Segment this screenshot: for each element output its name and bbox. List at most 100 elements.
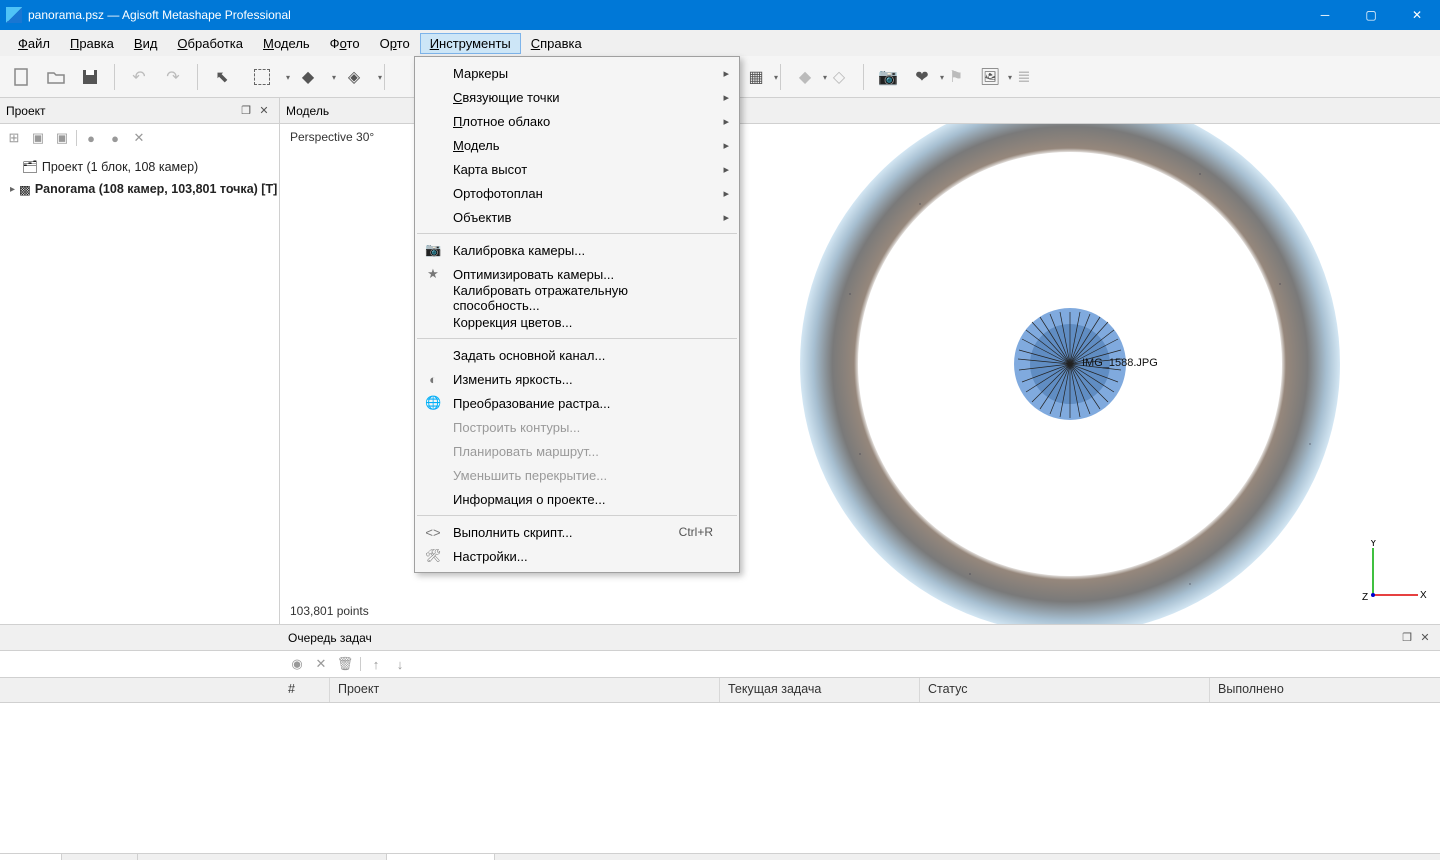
tree-twisty-icon[interactable]: ▸ xyxy=(10,184,15,195)
panel-close-icon[interactable]: ✕ xyxy=(1416,629,1434,647)
model-panel-title: Модель xyxy=(286,104,329,118)
up-icon[interactable]: ↑ xyxy=(367,655,385,673)
perspective-label: Perspective 30° xyxy=(290,130,374,144)
open-icon[interactable] xyxy=(40,61,72,93)
record-icon[interactable]: ❤▾ xyxy=(906,61,938,93)
menu-run-script[interactable]: <>Выполнить скрипт...Ctrl+R xyxy=(415,520,739,544)
col-task[interactable]: Текущая задача xyxy=(720,678,920,702)
menu-edit[interactable]: Правка xyxy=(60,33,124,54)
menu-reduce-overlap: Уменьшить перекрытие... xyxy=(415,463,739,487)
col-num[interactable]: # xyxy=(280,678,330,702)
tree-root[interactable]: 🗂 Проект (1 блок, 108 камер) xyxy=(6,156,273,178)
flag-icon[interactable]: ⚑ xyxy=(940,61,972,93)
menu-view[interactable]: Вид xyxy=(124,33,168,54)
tree-root-label: Проект (1 блок, 108 камер) xyxy=(42,160,198,174)
project-tree[interactable]: 🗂 Проект (1 блок, 108 камер) ▸ ▩ Panoram… xyxy=(0,152,279,624)
points-label: 103,801 points xyxy=(290,604,369,618)
grid-icon[interactable]: ▦▾ xyxy=(740,61,772,93)
image-icon[interactable]: 🖼▾ xyxy=(974,61,1006,93)
project-panel-title: Проект xyxy=(6,104,46,118)
menu-camera-calibration[interactable]: 📷Калибровка камеры... xyxy=(415,238,739,262)
task-table-body[interactable] xyxy=(0,703,1440,853)
menu-process[interactable]: Обработка xyxy=(167,33,253,54)
menu-dem[interactable]: Карта высот xyxy=(415,157,739,181)
panel-float-icon[interactable]: ❐ xyxy=(237,102,255,120)
task-queue-panel: Очередь задач ❐ ✕ ◉ ✕ 🗑 ↑ ↓ # Проект Тек… xyxy=(0,624,1440,853)
undo-icon[interactable]: ↶ xyxy=(123,61,155,93)
rotate-region-icon[interactable]: ◈▾ xyxy=(332,61,376,93)
tree-chunk[interactable]: ▸ ▩ Panorama (108 камер, 103,801 точка) … xyxy=(6,178,273,200)
task-table-header: # Проект Текущая задача Статус Выполнено xyxy=(0,677,1440,703)
dot2-icon[interactable]: ● xyxy=(105,128,125,148)
col-status[interactable]: Статус xyxy=(920,678,1210,702)
menu-tools[interactable]: Инструменты xyxy=(420,33,521,54)
tab-project[interactable]: Проект xyxy=(0,854,62,860)
bottom-tabs: Проект Привязка Консоль Очередь задач xyxy=(0,853,1440,860)
menu-brightness[interactable]: ◐Изменить яркость... xyxy=(415,367,739,391)
window-title: panorama.psz — Agisoft Metashape Profess… xyxy=(28,8,291,22)
menu-color-correction[interactable]: Коррекция цветов... xyxy=(415,310,739,334)
enable-icon[interactable]: ▣ xyxy=(52,128,72,148)
workspace-icon: 🗂 xyxy=(22,160,38,175)
col-project[interactable]: Проект xyxy=(330,678,720,702)
move-region-icon[interactable]: ◆▾ xyxy=(286,61,330,93)
menu-ortho[interactable]: Орто xyxy=(370,33,420,54)
menu-markers[interactable]: Маркеры xyxy=(415,61,739,85)
menu-plan-mission: Планировать маршрут... xyxy=(415,439,739,463)
menu-model[interactable]: Модель xyxy=(415,133,739,157)
menu-model[interactable]: Модель xyxy=(253,33,320,54)
star-icon: ★ xyxy=(425,266,441,282)
svg-text:X: X xyxy=(1420,590,1427,601)
pointer-icon[interactable]: ⬉ xyxy=(206,61,238,93)
close-button[interactable]: ✕ xyxy=(1394,0,1440,30)
rect-select-icon[interactable]: ▾ xyxy=(240,61,284,93)
panel-float-icon[interactable]: ❐ xyxy=(1398,629,1416,647)
contrast-icon: ◐ xyxy=(425,372,441,387)
tab-reference[interactable]: Привязка xyxy=(62,854,138,860)
delete-icon[interactable]: 🗑 xyxy=(336,655,354,673)
chunk-icon: ▩ xyxy=(19,182,31,197)
menu-file[interactable]: Файл xyxy=(8,33,60,54)
tab-queue[interactable]: Очередь задач xyxy=(387,854,495,860)
menu-calibrate-reflectance[interactable]: Калибровать отражательную способность... xyxy=(415,286,739,310)
camera-icon[interactable]: 📷 xyxy=(872,61,904,93)
redo-icon[interactable]: ↷ xyxy=(157,61,189,93)
add-icon[interactable]: ▣ xyxy=(28,128,48,148)
tree-icon[interactable]: ⊞ xyxy=(4,128,24,148)
layers-icon[interactable]: ≣ xyxy=(1008,61,1040,93)
panel-close-icon[interactable]: ✕ xyxy=(255,102,273,120)
menu-lens[interactable]: Объектив xyxy=(415,205,739,229)
tab-console[interactable]: Консоль xyxy=(318,854,387,860)
camera-icon: 📷 xyxy=(425,242,441,258)
menu-photo[interactable]: Фото xyxy=(320,33,370,54)
camera-label: IMG_1588.JPG xyxy=(1082,357,1158,369)
menu-primary-channel[interactable]: Задать основной канал... xyxy=(415,343,739,367)
shape2-icon[interactable]: ◇ xyxy=(823,61,855,93)
tree-chunk-label: Panorama (108 камер, 103,801 точка) [T] xyxy=(35,182,277,196)
start-icon[interactable]: ◉ xyxy=(288,655,306,673)
menu-project-info[interactable]: Информация о проекте... xyxy=(415,487,739,511)
new-icon[interactable] xyxy=(6,61,38,93)
save-icon[interactable] xyxy=(74,61,106,93)
down-icon[interactable]: ↓ xyxy=(391,655,409,673)
shape1-icon[interactable]: ◆▾ xyxy=(789,61,821,93)
dot1-icon[interactable]: ● xyxy=(81,128,101,148)
title-bar: panorama.psz — Agisoft Metashape Profess… xyxy=(0,0,1440,30)
menu-orthophoto[interactable]: Ортофотоплан xyxy=(415,181,739,205)
axis-gizmo: X Y Z xyxy=(1358,540,1428,610)
project-panel-header: Проект ❐ ✕ xyxy=(0,98,279,124)
maximize-button[interactable]: ▢ xyxy=(1348,0,1394,30)
col-done[interactable]: Выполнено xyxy=(1210,678,1440,702)
task-queue-title: Очередь задач xyxy=(288,631,372,645)
menu-help[interactable]: Справка xyxy=(521,33,592,54)
menu-tie-points[interactable]: Связующие точки xyxy=(415,85,739,109)
model-graphic: IMG_1588.JPG xyxy=(720,124,1420,624)
cancel-icon[interactable]: ✕ xyxy=(312,655,330,673)
menu-dense-cloud[interactable]: Плотное облако xyxy=(415,109,739,133)
menu-settings[interactable]: 🛠Настройки... xyxy=(415,544,739,568)
globe-icon: 🌐 xyxy=(425,395,441,411)
remove-icon[interactable]: ✕ xyxy=(129,128,149,148)
menu-raster-transform[interactable]: 🌐Преобразование растра... xyxy=(415,391,739,415)
tools-dropdown: Маркеры Связующие точки Плотное облако М… xyxy=(414,56,740,573)
minimize-button[interactable]: ─ xyxy=(1302,0,1348,30)
